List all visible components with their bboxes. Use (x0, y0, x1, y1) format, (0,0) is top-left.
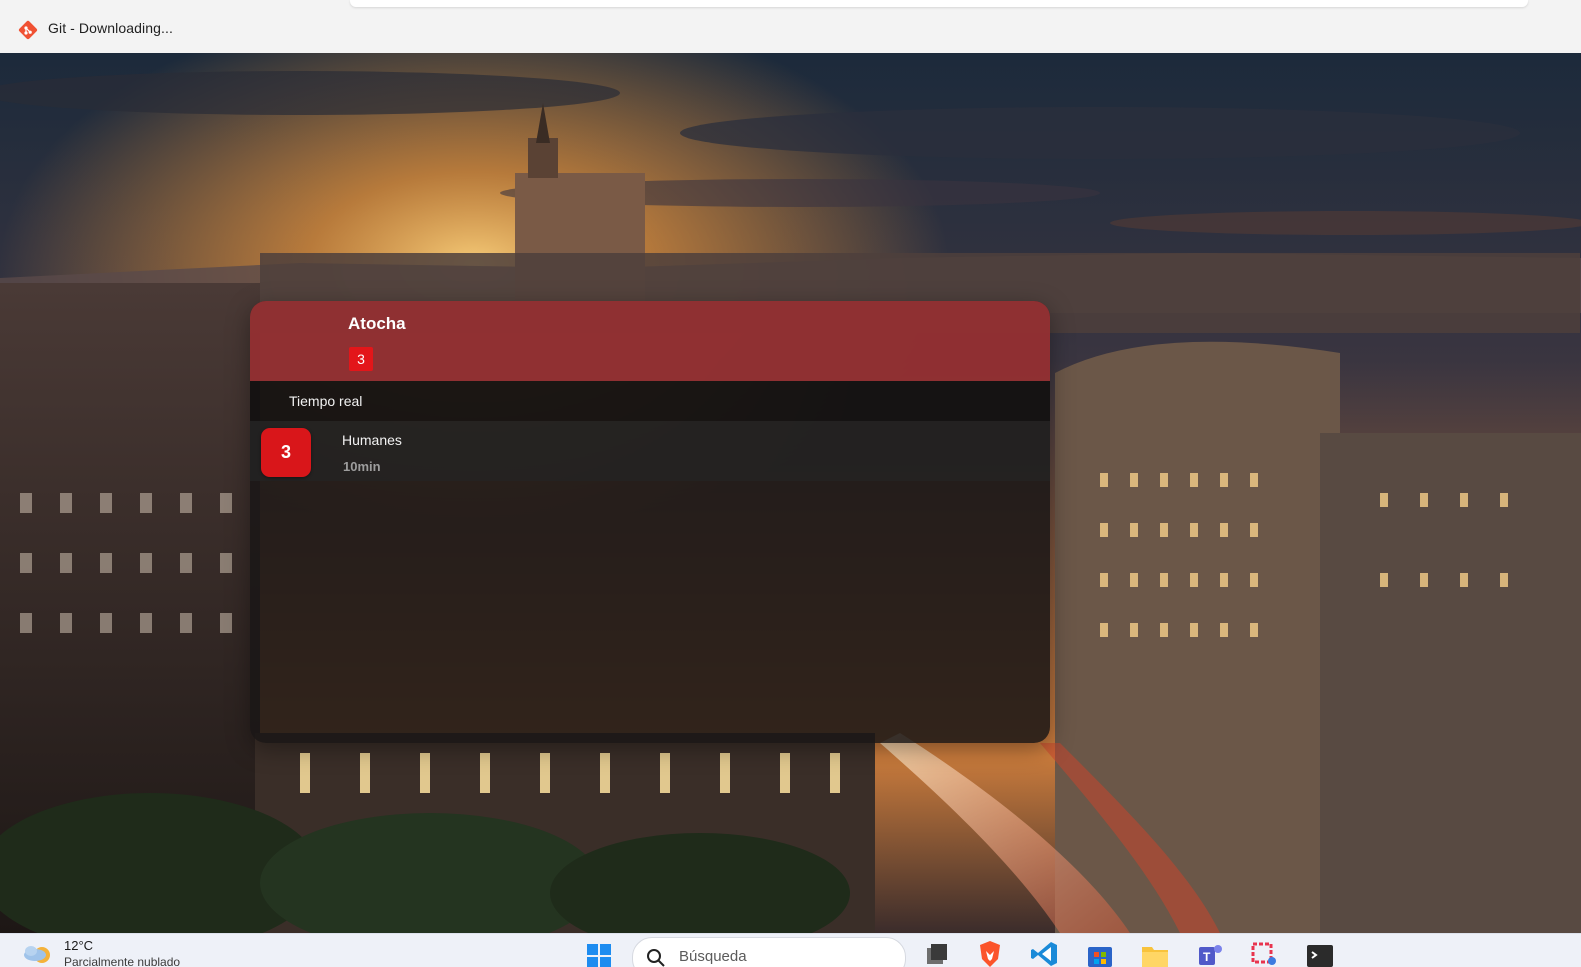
address-bar-strip[interactable] (350, 0, 1528, 7)
start-icon[interactable] (585, 942, 613, 967)
file-explorer-icon[interactable] (1140, 939, 1170, 967)
weather-description[interactable]: Parcialmente nublado (64, 955, 180, 967)
transit-card: Atocha 3 Tiempo real 3 Humanes 10min (250, 301, 1050, 743)
station-name: Atocha (348, 314, 406, 333)
desktop-screen: Git - Downloading... Atocha 3 Tiempo rea… (0, 0, 1581, 967)
arrival-row[interactable]: 3 Humanes 10min (250, 421, 1050, 481)
vscode-icon[interactable] (1030, 939, 1060, 967)
realtime-section-header: Tiempo real (250, 381, 1050, 421)
teams-icon[interactable]: T (1195, 939, 1225, 967)
git-icon (18, 20, 38, 40)
window-titlebar: Git - Downloading... (0, 0, 1581, 54)
store-icon[interactable] (1085, 939, 1115, 967)
svg-text:T: T (1203, 950, 1211, 964)
snipping-tool-icon[interactable] (1250, 939, 1280, 967)
eta-label: 10min (343, 459, 381, 474)
line-badge-header: 3 (349, 347, 373, 371)
terminal-icon[interactable] (1305, 939, 1335, 967)
taskbar: 12°C Parcialmente nublado Búsqueda T (0, 933, 1581, 967)
section-label: Tiempo real (289, 393, 363, 409)
search-placeholder: Búsqueda (679, 948, 747, 965)
taskbar-search[interactable]: Búsqueda (632, 937, 906, 967)
window-title: Git - Downloading... (48, 20, 173, 36)
line-badge: 3 (261, 428, 311, 477)
search-icon (647, 949, 665, 967)
partly-cloudy-icon[interactable] (22, 939, 54, 967)
task-view-icon[interactable] (921, 939, 951, 967)
station-header: Atocha 3 (250, 301, 1050, 381)
destination-label: Humanes (342, 432, 402, 448)
weather-temp[interactable]: 12°C (64, 938, 93, 953)
brave-icon[interactable] (975, 939, 1005, 967)
